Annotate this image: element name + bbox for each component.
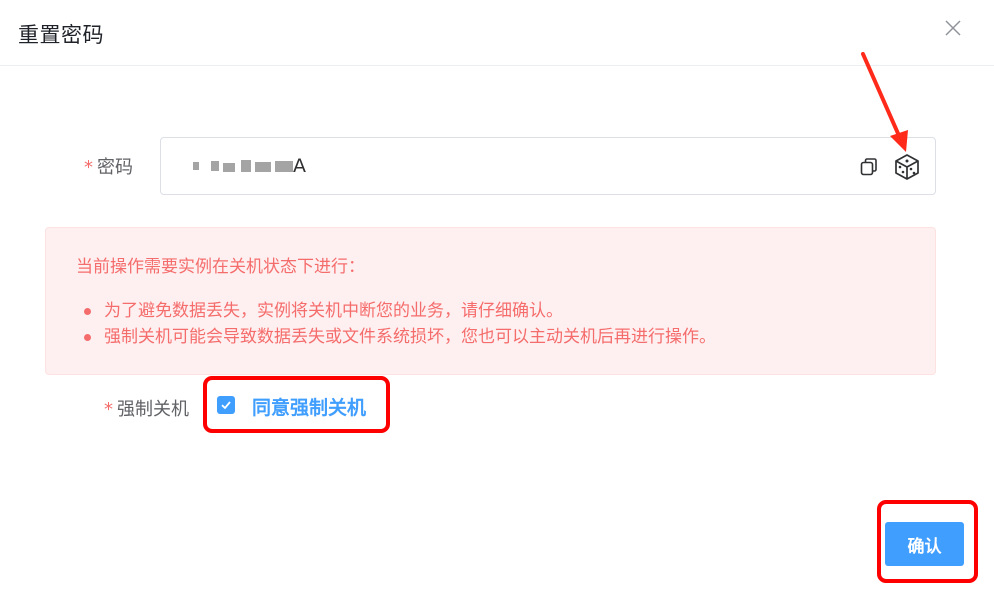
copy-icon[interactable] (858, 156, 880, 178)
alert-list: 为了避免数据丢失，实例将关机中断您的业务，请仔细确认。 强制关机可能会导致数据丢… (84, 298, 716, 350)
reset-password-dialog: 重置密码 * 密码 A 当前操作需要实例在关机状态下进行： 为了避免数据丢失，实… (0, 0, 994, 590)
password-input[interactable]: A (160, 137, 936, 195)
force-shutdown-label-text: 强制关机 (117, 399, 189, 420)
password-label: * 密码 (84, 153, 133, 179)
alert-item: 强制关机可能会导致数据丢失或文件系统损坏，您也可以主动关机后再进行操作。 (84, 324, 716, 350)
alert-title: 当前操作需要实例在关机状态下进行： (76, 257, 365, 277)
required-mark: * (104, 399, 113, 420)
confirm-button[interactable]: 确认 (885, 522, 964, 566)
dialog-header: 重置密码 (0, 0, 994, 66)
password-value-blurred (193, 160, 301, 174)
password-label-text: 密码 (97, 157, 133, 178)
check-icon (221, 401, 231, 410)
alert-item: 为了避免数据丢失，实例将关机中断您的业务，请仔细确认。 (84, 298, 716, 324)
close-icon[interactable] (941, 16, 965, 40)
checkbox-label[interactable]: 同意强制关机 (252, 393, 366, 420)
password-value-tail: A (293, 155, 306, 177)
checkbox-box[interactable] (217, 396, 235, 414)
warning-alert: 当前操作需要实例在关机状态下进行： 为了避免数据丢失，实例将关机中断您的业务，请… (45, 227, 936, 375)
dice-icon[interactable] (894, 153, 920, 181)
dialog-title: 重置密码 (18, 23, 104, 47)
force-shutdown-label: * 强制关机 (104, 395, 189, 421)
required-mark: * (84, 157, 93, 178)
